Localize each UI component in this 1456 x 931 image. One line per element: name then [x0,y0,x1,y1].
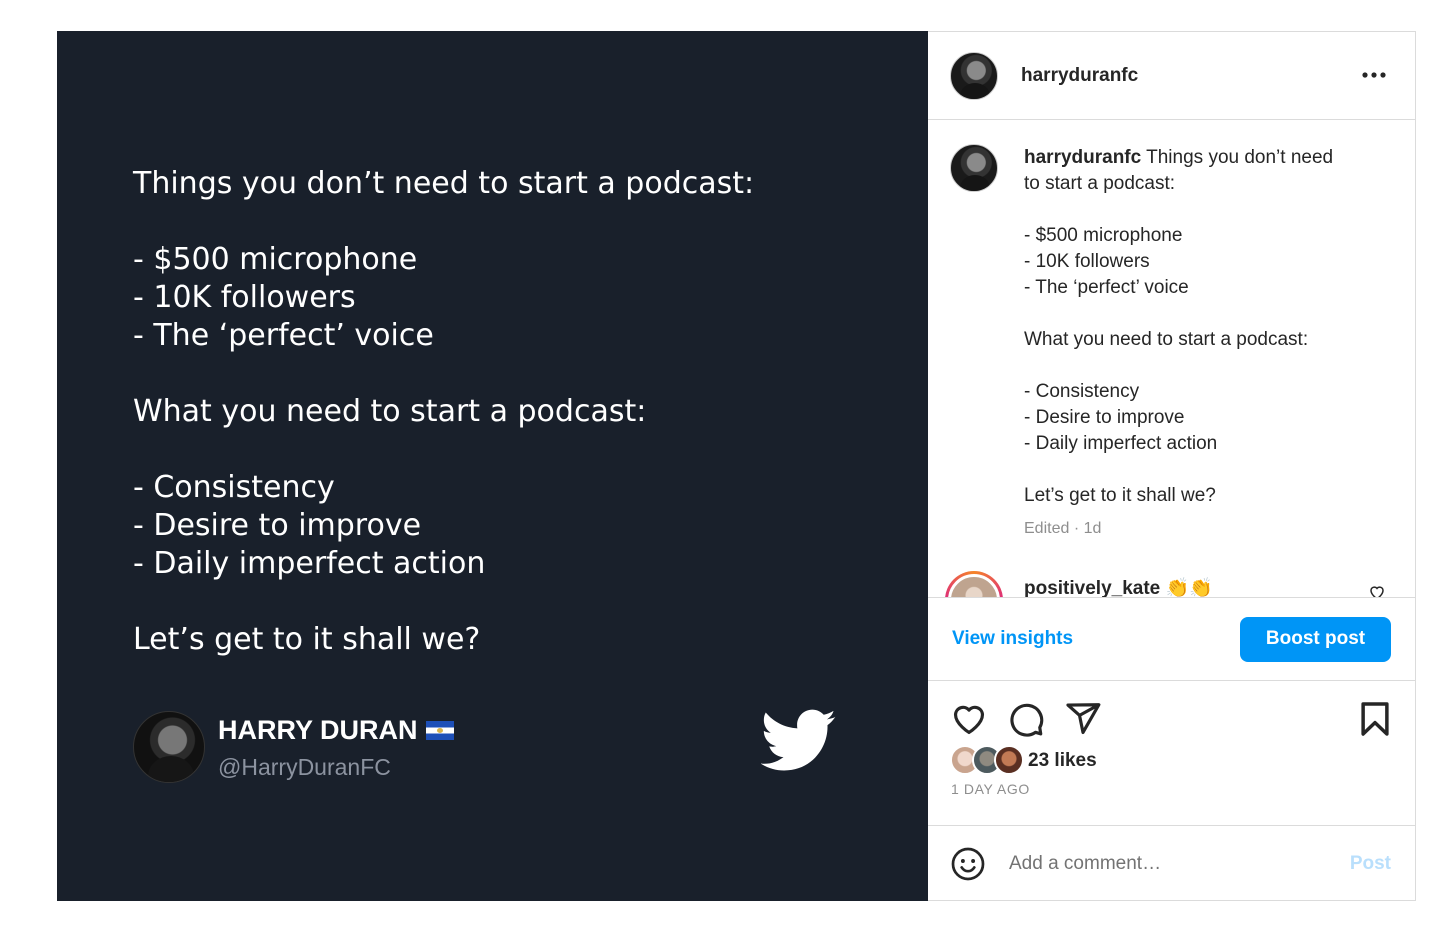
caption-avatar[interactable] [950,144,998,192]
caption-line: - Daily imperfect action [1024,433,1218,454]
author-handle: @HarryDuranFC [218,753,391,780]
insights-bar: View insights Boost post [928,597,1415,681]
caption-line: - $500 microphone [1024,225,1183,246]
header-username[interactable]: harryduranfc [1021,65,1138,87]
likes-count[interactable]: 23 likes [1028,750,1097,772]
caption-line: to start a podcast: [1024,173,1176,194]
image-text-line: - $500 microphone [133,242,418,277]
caption-username[interactable]: harryduranfc [1024,147,1141,168]
image-text-line: - Desire to improve [133,508,422,543]
comment-like-icon[interactable] [1368,583,1386,597]
caption-line: What you need to start a podcast: [1024,329,1309,350]
comment-item: positively_kate 👏👏 [945,571,1213,597]
author-avatar [133,711,205,783]
twitter-bird-icon [761,709,836,771]
caption-meta: Edited · 1d [1024,520,1102,537]
bookmark-icon[interactable] [1356,700,1394,738]
caption-line: - The ‘perfect’ voice [1024,277,1189,298]
post-timestamp: 1 DAY AGO [951,781,1030,797]
heart-icon[interactable] [950,700,988,738]
post-side-panel: harryduranfc harryduranfc Things you don… [928,31,1416,901]
action-bar [950,700,1395,740]
post-comment-button[interactable]: Post [1350,853,1391,875]
liker-avatars[interactable] [950,745,1026,777]
comment-emoji: 👏👏 [1165,578,1213,597]
post-header: harryduranfc [928,32,1415,120]
view-insights-link[interactable]: View insights [952,628,1073,650]
share-icon[interactable] [1064,700,1102,738]
author-name: HARRY DURAN [218,715,418,745]
more-options-icon[interactable] [1361,68,1387,82]
likes-row: 23 likes [950,745,1097,777]
image-text-line: - The ‘perfect’ voice [133,318,434,353]
caption-line: - Desire to improve [1024,407,1185,428]
image-text-line: - 10K followers [133,280,356,315]
commenter-avatar[interactable] [945,571,1003,597]
image-text-line: Things you don’t need to start a podcast… [133,166,755,201]
comment-icon[interactable] [1007,700,1045,738]
caption-text: harryduranfc Things you don’t need to st… [1024,145,1384,509]
caption-line: - 10K followers [1024,251,1150,272]
liker-avatar [994,745,1024,775]
comment-box: Post [928,825,1415,901]
avatar[interactable] [950,51,998,100]
tweet-author: HARRY DURAN @HarryDuranFC [133,711,454,783]
image-text-line: - Consistency [133,470,335,505]
image-text-line: Let’s get to it shall we? [133,622,481,657]
image-text-line: - Daily imperfect action [133,546,486,581]
caption-area[interactable]: harryduranfc Things you don’t need to st… [928,121,1415,597]
comment-input[interactable] [1009,852,1329,875]
post-image-text: Things you don’t need to start a podcast… [133,165,853,659]
post-image: Things you don’t need to start a podcast… [57,31,928,901]
caption-line: - Consistency [1024,381,1140,402]
boost-post-button[interactable]: Boost post [1240,616,1391,662]
image-text-line: What you need to start a podcast: [133,394,647,429]
comment-username[interactable]: positively_kate [1024,578,1160,597]
el-salvador-flag-icon [425,721,454,740]
emoji-icon[interactable] [950,846,986,882]
caption-first-line: Things you don’t need [1141,147,1334,168]
caption-line: Let’s get to it shall we? [1024,485,1216,506]
